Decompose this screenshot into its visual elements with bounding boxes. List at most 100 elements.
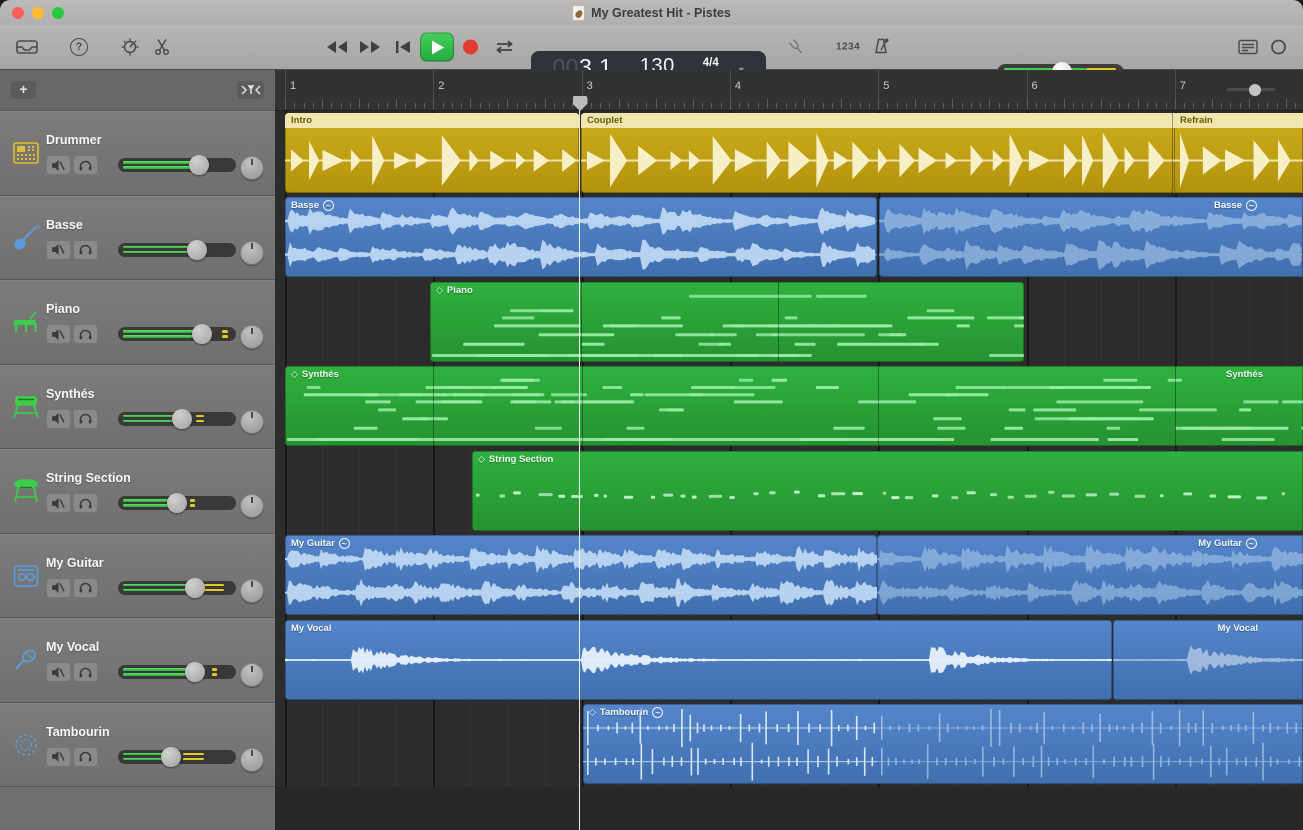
pan-knob[interactable] xyxy=(240,325,264,349)
region-name: Tambourin xyxy=(600,707,648,718)
waveform xyxy=(472,451,1303,531)
cycle-button[interactable] xyxy=(494,40,515,54)
region-guitar-2[interactable]: My Guitar~ xyxy=(877,535,1303,615)
track-volume-slider[interactable] xyxy=(118,665,236,679)
mute-button[interactable] xyxy=(46,324,71,344)
minimize-window-button[interactable] xyxy=(32,7,44,19)
track-volume-slider[interactable] xyxy=(118,581,236,595)
track-volume-knob[interactable] xyxy=(185,578,205,598)
track-volume-knob[interactable] xyxy=(189,155,209,175)
count-in-button[interactable]: 1234 xyxy=(836,42,860,53)
lane-piano: ◇Piano xyxy=(275,280,1303,365)
pan-knob[interactable] xyxy=(240,156,264,180)
track-volume-knob[interactable] xyxy=(185,662,205,682)
track-header-string-section[interactable]: String Section xyxy=(0,449,275,534)
playhead[interactable] xyxy=(579,97,580,830)
region-vocal[interactable]: My Vocal xyxy=(285,620,1112,700)
track-volume-slider[interactable] xyxy=(118,158,236,172)
track-header-my-guitar[interactable]: My Guitar xyxy=(0,534,275,619)
track-header-basse[interactable]: Basse xyxy=(0,196,275,281)
mute-button[interactable] xyxy=(46,662,71,682)
timeline-ruler[interactable]: 1234567 xyxy=(275,70,1303,111)
track-volume-knob[interactable] xyxy=(172,409,192,429)
track-name: Basse xyxy=(46,218,83,232)
display-mode-icon[interactable] xyxy=(1238,40,1258,55)
zoom-window-button[interactable] xyxy=(52,7,64,19)
track-name: String Section xyxy=(46,471,131,485)
track-volume-knob[interactable] xyxy=(161,747,181,767)
pan-knob[interactable] xyxy=(240,241,264,265)
play-button[interactable] xyxy=(420,33,454,62)
track-header-tambourin[interactable]: Tambourin xyxy=(0,703,275,788)
region-tambourin[interactable]: ◇Tambourin~ xyxy=(583,704,1303,784)
track-header-piano[interactable]: Piano xyxy=(0,280,275,365)
region-drummer-intro[interactable]: Intro xyxy=(285,113,579,193)
track-header-synthés[interactable]: Synthés xyxy=(0,365,275,450)
help-icon[interactable]: ? xyxy=(70,38,88,56)
horizontal-zoom-knob[interactable] xyxy=(1249,84,1261,96)
region-drummer-refrain[interactable]: Refrain xyxy=(1174,113,1303,193)
pan-knob[interactable] xyxy=(240,748,264,772)
scissors-icon[interactable] xyxy=(154,38,170,56)
mute-button[interactable] xyxy=(46,493,71,513)
track-volume-slider[interactable] xyxy=(118,327,236,341)
region-piano[interactable]: ◇Piano xyxy=(430,282,1024,362)
region-guitar[interactable]: My Guitar~ xyxy=(285,535,877,615)
region-strings[interactable]: ◇ String Section xyxy=(472,451,1303,531)
library-icon[interactable] xyxy=(16,39,38,55)
solo-button[interactable] xyxy=(73,155,98,175)
pan-knob[interactable] xyxy=(240,663,264,687)
catch-playhead-button[interactable] xyxy=(237,81,264,99)
region-basse[interactable]: Basse~ xyxy=(285,197,877,277)
smart-controls-icon[interactable] xyxy=(120,37,140,57)
region-vocal-2[interactable]: My Vocal xyxy=(1113,620,1303,700)
loop-icon: ◇ xyxy=(436,285,443,296)
waveform xyxy=(877,704,1303,784)
mute-button[interactable] xyxy=(46,155,71,175)
ruler-measure-label: 2 xyxy=(438,80,444,92)
track-header-drummer[interactable]: Drummer xyxy=(0,111,275,196)
solo-button[interactable] xyxy=(73,493,98,513)
mute-button[interactable] xyxy=(46,747,71,767)
region-basse-2[interactable]: Basse~ xyxy=(879,197,1303,277)
metronome-icon[interactable] xyxy=(872,38,890,56)
solo-button[interactable] xyxy=(73,409,98,429)
solo-button[interactable] xyxy=(73,240,98,260)
rewind-button[interactable] xyxy=(326,41,348,53)
solo-button[interactable] xyxy=(73,324,98,344)
track-volume-knob[interactable] xyxy=(192,324,212,344)
track-volume-slider[interactable] xyxy=(118,412,236,426)
window-title: My Greatest Hit - Pistes xyxy=(591,6,731,20)
microphone-icon xyxy=(10,644,42,676)
add-track-button[interactable]: + xyxy=(11,81,36,99)
region-name: String Section xyxy=(489,454,553,465)
tambourine-icon xyxy=(10,729,42,761)
mute-button[interactable] xyxy=(46,578,71,598)
pan-knob[interactable] xyxy=(240,579,264,603)
track-volume-knob[interactable] xyxy=(167,493,187,513)
mute-button[interactable] xyxy=(46,240,71,260)
track-volume-slider[interactable] xyxy=(118,750,236,764)
close-window-button[interactable] xyxy=(12,7,24,19)
mute-button[interactable] xyxy=(46,409,71,429)
track-header-my-vocal[interactable]: My Vocal xyxy=(0,618,275,703)
pan-knob[interactable] xyxy=(240,494,264,518)
tuner-icon[interactable] xyxy=(788,39,805,56)
quick-help-icon[interactable] xyxy=(1270,39,1287,56)
solo-button[interactable] xyxy=(73,747,98,767)
record-button[interactable] xyxy=(463,40,478,55)
go-to-beginning-button[interactable] xyxy=(396,41,410,54)
solo-button[interactable] xyxy=(73,662,98,682)
waveform xyxy=(285,620,1112,700)
solo-button[interactable] xyxy=(73,578,98,598)
help-glyph: ? xyxy=(76,41,83,53)
pan-knob[interactable] xyxy=(240,410,264,434)
loop-icon: ◇ xyxy=(478,454,485,465)
horizontal-zoom-slider[interactable] xyxy=(1227,88,1275,91)
fast-forward-button[interactable] xyxy=(359,41,381,53)
track-volume-slider[interactable] xyxy=(118,496,236,510)
waveform xyxy=(285,197,877,277)
region-synths[interactable]: ◇Synthés Synthés xyxy=(285,366,1303,446)
track-volume-slider[interactable] xyxy=(118,243,236,257)
track-volume-knob[interactable] xyxy=(187,240,207,260)
